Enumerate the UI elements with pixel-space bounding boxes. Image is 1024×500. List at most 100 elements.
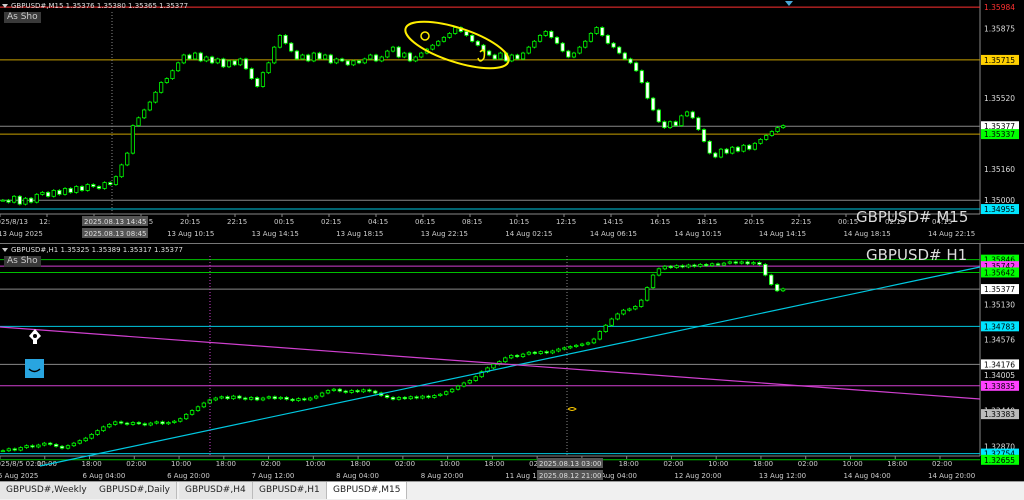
price-label-text: 1.34576 bbox=[984, 335, 1015, 344]
m15-header: GBPUSD#,M15 1.35376 1.35380 1.35365 1.35… bbox=[2, 2, 188, 10]
candle-body bbox=[615, 313, 620, 320]
candle-body bbox=[147, 101, 152, 111]
price-label-text: 1.35642 bbox=[984, 268, 1015, 277]
candle-body bbox=[77, 440, 82, 444]
candle-body bbox=[325, 390, 331, 394]
candle-body bbox=[543, 31, 548, 36]
candle-body bbox=[520, 353, 526, 358]
candle-body bbox=[284, 396, 289, 400]
collapse-triangle-icon[interactable] bbox=[2, 248, 8, 252]
candle-body bbox=[628, 58, 633, 64]
candle-body bbox=[577, 46, 582, 54]
date-label: 14 Aug 18:15 bbox=[843, 230, 890, 238]
chart-pane-m15[interactable]: 1.35984 1.35875 1.35715 1.35520 1.35377 1.353… bbox=[0, 0, 1024, 243]
candle-body bbox=[308, 397, 313, 401]
time-label: 00:15 bbox=[274, 218, 294, 226]
tab-daily[interactable]: GBPUSD#,Daily bbox=[93, 482, 177, 499]
date-label: 13 Aug 22:15 bbox=[421, 230, 468, 238]
date-label: 6 Aug 20:00 bbox=[167, 472, 210, 480]
time-label: 10:00 bbox=[440, 460, 460, 468]
price-label: 1.34955 bbox=[981, 204, 1019, 215]
candle-body bbox=[40, 191, 45, 195]
price-label: 1.34783 bbox=[981, 321, 1019, 332]
candle-body bbox=[6, 199, 11, 203]
as-show-button-m15[interactable]: As Sho bbox=[4, 12, 41, 23]
time-label: 18:00 bbox=[216, 460, 236, 468]
candle-body bbox=[698, 264, 703, 267]
smile-object-icon[interactable] bbox=[25, 359, 44, 378]
cyan-trendline bbox=[39, 266, 981, 467]
price-label-text: 1.34783 bbox=[984, 322, 1015, 331]
candle-body bbox=[780, 288, 786, 292]
candle-body bbox=[430, 44, 435, 50]
candle-body bbox=[696, 117, 701, 130]
candle-body bbox=[645, 82, 650, 99]
candle-body bbox=[345, 60, 350, 66]
time-label: 08:15 bbox=[462, 218, 482, 226]
yellow-small-mark bbox=[567, 407, 577, 411]
magenta-trendline bbox=[0, 326, 981, 400]
candle-body bbox=[166, 422, 171, 425]
candle-body bbox=[300, 54, 305, 60]
candle-body bbox=[42, 442, 47, 446]
chart-pane-h1[interactable]: 1.35846 1.35742 1.35642 1.35377 1.35130 1.347… bbox=[0, 243, 1024, 482]
candle-body bbox=[289, 42, 294, 52]
date-label: 14 Aug 06:15 bbox=[590, 230, 637, 238]
candle-body bbox=[91, 184, 96, 187]
candle-body bbox=[34, 193, 39, 203]
date-label: 14 Aug 20:00 bbox=[928, 472, 975, 480]
candle-body bbox=[444, 391, 449, 395]
price-label-text: 1.35715 bbox=[984, 56, 1015, 65]
time-label: 16:15 bbox=[650, 218, 670, 226]
candle-body bbox=[574, 344, 579, 347]
candle-body bbox=[59, 445, 65, 449]
time-label: 18:00 bbox=[82, 460, 102, 468]
h1-chart-canvas[interactable]: 1.358461.357421.356421.353771.351301.347… bbox=[0, 244, 1024, 482]
candle-body bbox=[644, 287, 650, 301]
time-label: 14:15 bbox=[603, 218, 623, 226]
candle-body bbox=[130, 422, 136, 425]
candle-body bbox=[704, 264, 709, 267]
candle-body bbox=[470, 34, 475, 42]
tab-m15[interactable]: GBPUSD#,M15 bbox=[327, 482, 408, 499]
candle-body bbox=[492, 54, 497, 60]
candle-body bbox=[384, 395, 390, 398]
candle-body bbox=[296, 398, 301, 401]
candle-body bbox=[568, 346, 573, 349]
tab-h4[interactable]: GBPUSD#,H4 bbox=[179, 482, 253, 499]
candle-body bbox=[294, 50, 299, 60]
candle-body bbox=[136, 117, 141, 127]
candle-body bbox=[538, 351, 543, 354]
candle-body bbox=[597, 331, 603, 340]
price-label-text: 1.34005 bbox=[984, 371, 1015, 380]
m15-symbol-label: GBPUSD# M15 bbox=[856, 208, 969, 226]
date-label: 14 Aug 14:15 bbox=[759, 230, 806, 238]
candle-body bbox=[12, 448, 17, 451]
collapse-triangle-icon[interactable] bbox=[2, 4, 8, 8]
m15-chart-canvas[interactable]: 1.359841.358751.357151.355201.353771.353… bbox=[0, 0, 1024, 243]
candle-body bbox=[414, 396, 419, 399]
price-label: 1.34176 bbox=[981, 359, 1019, 370]
date-label: 13 Aug 12:00 bbox=[759, 472, 806, 480]
candle-body bbox=[181, 54, 186, 64]
pen-nib-icon[interactable] bbox=[26, 328, 44, 346]
candle-body bbox=[402, 396, 407, 400]
candle-body bbox=[248, 396, 254, 400]
candle-body bbox=[225, 396, 230, 400]
candle-body bbox=[408, 396, 413, 400]
candle-body bbox=[272, 396, 277, 400]
candle-body bbox=[715, 263, 721, 266]
candle-body bbox=[172, 420, 177, 423]
yellow-ellipse-annotation bbox=[404, 20, 510, 70]
candle-body bbox=[662, 121, 667, 129]
crosshair-date-label: 2025.08.12 21:00 bbox=[539, 472, 601, 480]
candle-body bbox=[656, 268, 662, 276]
candle-body bbox=[447, 33, 452, 38]
tab-weekly[interactable]: GBPUSD#,Weekly bbox=[0, 482, 94, 499]
as-show-button-h1[interactable]: As Sho bbox=[4, 256, 41, 267]
h1-header-text: GBPUSD#,H1 1.35325 1.35389 1.35317 1.353… bbox=[11, 246, 183, 254]
candle-body bbox=[231, 395, 236, 400]
candle-body bbox=[290, 398, 295, 401]
candle-body bbox=[266, 396, 272, 399]
tab-h1[interactable]: GBPUSD#,H1 bbox=[253, 482, 327, 499]
